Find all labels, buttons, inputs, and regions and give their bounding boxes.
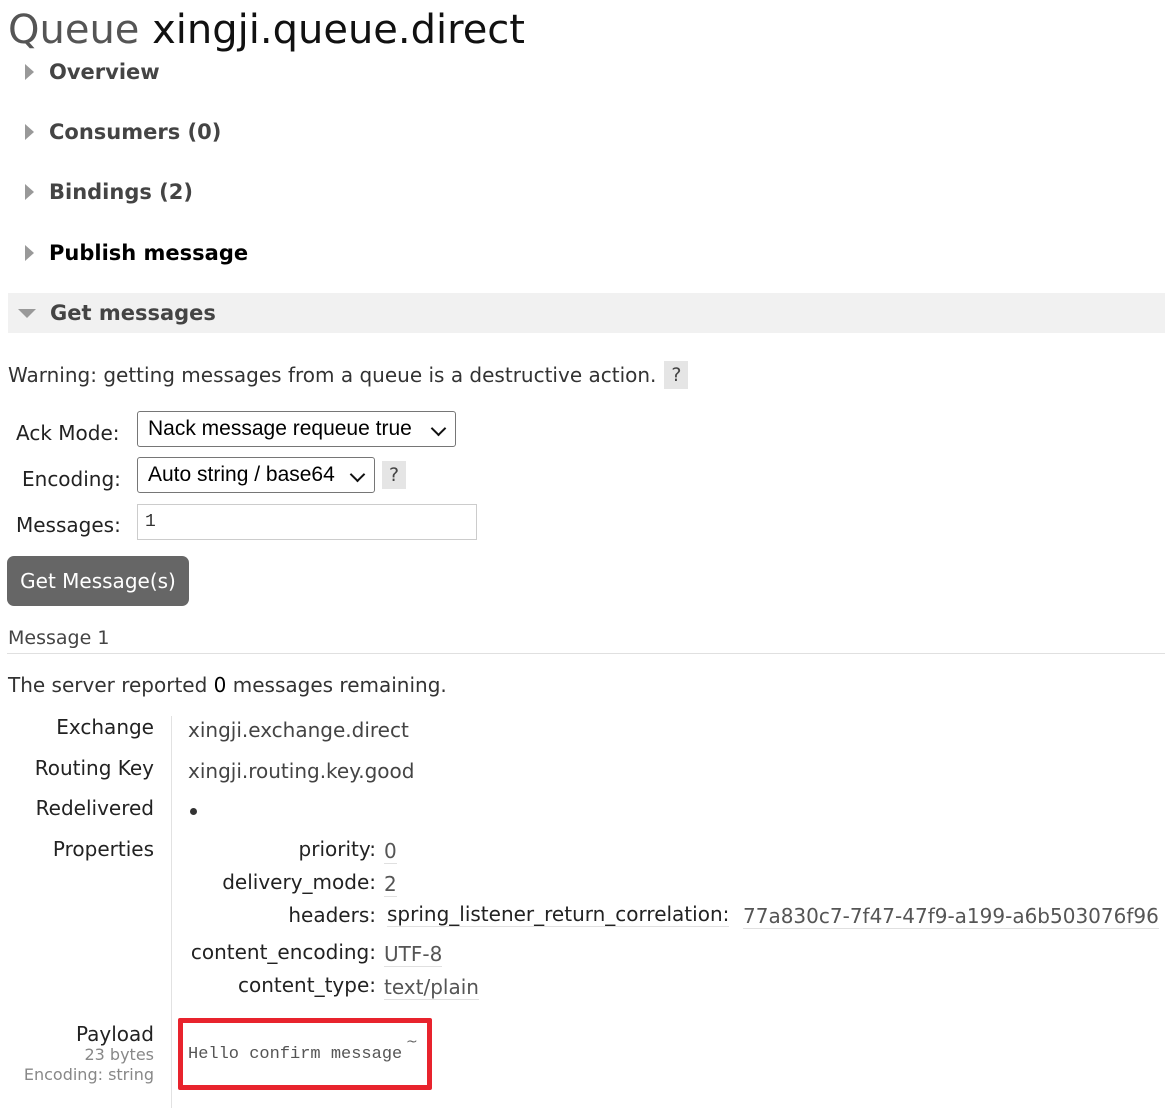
- chevron-down-icon: [430, 420, 447, 437]
- divider: [7, 653, 1165, 654]
- section-label: Publish message: [49, 241, 249, 265]
- help-icon[interactable]: ?: [382, 461, 406, 489]
- payload-label: Payload: [76, 1022, 154, 1046]
- content-encoding-key: content_encoding:: [190, 940, 376, 964]
- payload-size: 23 bytes: [84, 1045, 154, 1064]
- remaining-prefix: The server reported: [8, 673, 208, 697]
- payload-text[interactable]: Hello confirm message: [188, 1045, 402, 1064]
- warning-text: Warning: getting messages from a queue i…: [8, 363, 657, 387]
- encoding-value: Auto string / base64: [148, 463, 335, 486]
- page-title-prefix: Queue: [8, 7, 140, 53]
- get-messages-button[interactable]: Get Message(s): [7, 556, 189, 606]
- ack-mode-label: Ack Mode:: [16, 421, 120, 445]
- section-publish-message[interactable]: Publish message: [8, 233, 1165, 273]
- remaining-count: 0: [213, 673, 227, 697]
- page-title: Queue xingji.queue.direct: [8, 4, 525, 56]
- ack-mode-value: Nack message requeue true: [148, 417, 412, 440]
- messages-label: Messages:: [16, 513, 121, 537]
- redelivered-dot-icon: [190, 808, 197, 815]
- encoding-label: Encoding:: [22, 467, 121, 491]
- message-heading: Message 1: [8, 627, 110, 649]
- delivery-mode-key: delivery_mode:: [222, 870, 376, 894]
- queue-name: xingji.queue.direct: [152, 7, 525, 53]
- expand-arrow-icon: [25, 124, 34, 140]
- section-bindings[interactable]: Bindings (2): [8, 172, 1165, 212]
- section-consumers[interactable]: Consumers (0): [8, 112, 1165, 152]
- table-divider: [171, 716, 172, 1108]
- payload-marker: ~: [406, 1034, 418, 1050]
- chevron-down-icon: [349, 466, 366, 483]
- content-type-key: content_type:: [238, 973, 376, 997]
- payload-encoding: Encoding: string: [23, 1065, 154, 1084]
- section-overview[interactable]: Overview: [8, 52, 1165, 92]
- destructive-warning: Warning: getting messages from a queue i…: [8, 361, 689, 389]
- messages-count-input[interactable]: 1: [137, 504, 477, 540]
- expand-arrow-icon: [25, 245, 34, 261]
- expand-arrow-icon: [25, 64, 34, 80]
- delivery-mode-value: 2: [384, 872, 397, 897]
- routing-key-label: Routing Key: [34, 756, 154, 780]
- remaining-suffix: messages remaining.: [232, 673, 447, 697]
- properties-label: Properties: [52, 837, 154, 861]
- messages-count-value: 1: [145, 512, 156, 532]
- collapse-arrow-icon: [18, 308, 36, 318]
- section-label: Consumers (0): [49, 120, 222, 144]
- help-icon[interactable]: ?: [664, 361, 689, 389]
- expand-arrow-icon: [25, 184, 34, 200]
- section-label: Get messages: [50, 301, 216, 325]
- priority-value: 0: [384, 839, 397, 864]
- section-get-messages[interactable]: Get messages: [8, 293, 1165, 333]
- header-value: 77a830c7-7f47-47f9-a199-a6b503076f96: [743, 904, 1159, 929]
- section-label: Overview: [49, 60, 160, 84]
- section-label: Bindings (2): [49, 180, 193, 204]
- ack-mode-select[interactable]: Nack message requeue true: [137, 411, 456, 447]
- priority-key: priority:: [298, 837, 376, 861]
- routing-key-value: xingji.routing.key.good: [188, 759, 415, 783]
- exchange-label: Exchange: [56, 715, 154, 739]
- content-type-value: text/plain: [384, 975, 479, 1000]
- messages-remaining: The server reported 0 messages remaining…: [8, 673, 447, 697]
- exchange-value: xingji.exchange.direct: [188, 718, 409, 742]
- headers-key: headers:: [288, 903, 376, 927]
- encoding-select[interactable]: Auto string / base64: [137, 457, 375, 493]
- content-encoding-value: UTF-8: [384, 942, 443, 967]
- header-name: spring_listener_return_correlation:: [387, 902, 730, 927]
- redelivered-label: Redelivered: [35, 796, 154, 820]
